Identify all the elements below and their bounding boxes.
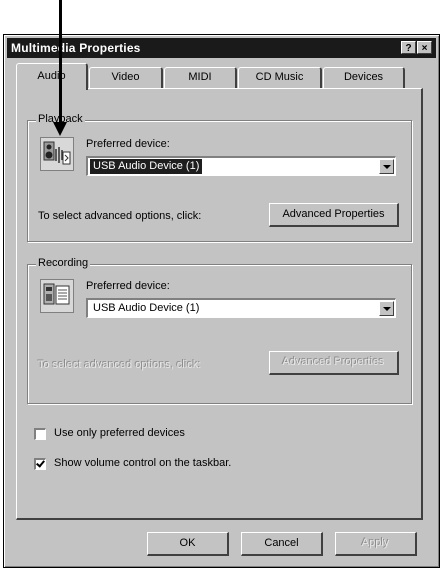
- tab-devices[interactable]: Devices: [323, 67, 405, 88]
- show-volume-label[interactable]: Show volume control on the taskbar.: [54, 457, 231, 469]
- help-button[interactable]: ?: [401, 41, 416, 54]
- apply-button[interactable]: Apply: [335, 532, 417, 556]
- close-button[interactable]: ×: [417, 41, 432, 54]
- cancel-button[interactable]: Cancel: [241, 532, 323, 556]
- playback-advanced-properties-button[interactable]: Advanced Properties: [269, 203, 399, 227]
- chevron-down-icon[interactable]: [379, 301, 394, 316]
- ok-button[interactable]: OK: [147, 532, 229, 556]
- multimedia-properties-dialog: Multimedia Properties ? × Audio Video MI…: [3, 34, 440, 568]
- audio-tab-panel: Playback Preferred device: USB Audio Dev…: [16, 88, 423, 520]
- microphone-icon: [40, 279, 74, 313]
- recording-group-label: Recording: [36, 257, 91, 269]
- playback-device-value: USB Audio Device (1): [90, 159, 203, 174]
- playback-group: Playback Preferred device: USB Audio Dev…: [27, 113, 412, 242]
- tab-audio[interactable]: Audio: [16, 63, 88, 90]
- recording-group: Recording Preferred device: USB Audio De…: [27, 257, 412, 404]
- use-preferred-only-label[interactable]: Use only preferred devices: [54, 427, 185, 439]
- speaker-icon: [40, 137, 74, 171]
- callout-arrow-head: [53, 122, 67, 136]
- playback-device-select[interactable]: USB Audio Device (1): [86, 156, 396, 176]
- playback-advanced-text: To select advanced options, click:: [38, 210, 202, 222]
- window-title: Multimedia Properties: [11, 41, 141, 55]
- tab-strip: Audio Video MIDI CD Music Devices: [14, 63, 424, 90]
- playback-preferred-label: Preferred device:: [86, 138, 170, 150]
- chevron-down-icon[interactable]: [379, 159, 394, 174]
- recording-device-value: USB Audio Device (1): [93, 302, 200, 314]
- callout-arrow-line: [59, 0, 62, 128]
- tab-video[interactable]: Video: [89, 67, 163, 88]
- recording-device-select[interactable]: USB Audio Device (1): [86, 298, 396, 318]
- tab-midi[interactable]: MIDI: [164, 67, 237, 88]
- recording-preferred-label: Preferred device:: [86, 280, 170, 292]
- show-volume-checkbox[interactable]: [34, 458, 46, 470]
- tab-cd-music[interactable]: CD Music: [238, 67, 322, 88]
- recording-advanced-text: To select advanced options, click:: [38, 359, 202, 371]
- title-bar[interactable]: Multimedia Properties ? ×: [7, 38, 436, 58]
- recording-advanced-properties-button[interactable]: Advanced Properties: [269, 351, 399, 375]
- use-preferred-only-checkbox[interactable]: [34, 428, 46, 440]
